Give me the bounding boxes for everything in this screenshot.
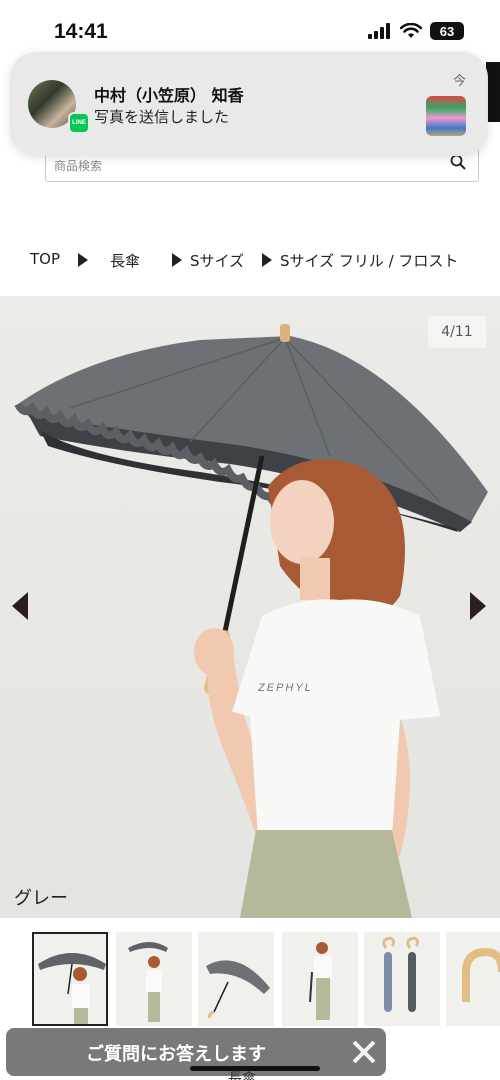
thumbnail-2[interactable] bbox=[116, 932, 192, 1026]
breadcrumb-arrow-icon bbox=[262, 253, 272, 267]
prev-arrow-icon[interactable] bbox=[12, 592, 28, 620]
notification-banner[interactable]: LINE 中村（小笠原） 知香 写真を送信しました 今 bbox=[10, 52, 488, 156]
status-icons: 63 bbox=[368, 22, 464, 40]
thumbnail-3[interactable] bbox=[198, 932, 274, 1026]
breadcrumb-arrow-icon bbox=[172, 253, 182, 267]
status-time: 14:41 bbox=[54, 20, 108, 43]
product-image bbox=[14, 324, 488, 918]
signal-icon bbox=[368, 23, 390, 39]
breadcrumb: TOP 長傘 Sサイズ Sサイズ フリル / フロスト bbox=[30, 250, 490, 274]
wifi-icon bbox=[400, 23, 422, 38]
search-icon[interactable] bbox=[450, 154, 466, 170]
notification-sender: 中村（小笠原） 知香 bbox=[94, 86, 244, 105]
home-indicator bbox=[190, 1066, 320, 1071]
thumbnail-strip bbox=[0, 930, 500, 1028]
image-counter: 4/11 bbox=[428, 316, 486, 348]
breadcrumb-top[interactable]: TOP bbox=[30, 250, 60, 268]
line-app-icon: LINE bbox=[68, 112, 90, 134]
thumbnail-5[interactable] bbox=[364, 932, 440, 1026]
close-icon[interactable] bbox=[350, 1038, 378, 1066]
shirt-text: ZEPHYL bbox=[258, 682, 313, 694]
search-placeholder: 商品検索 bbox=[54, 159, 103, 173]
status-bar: 14:41 63 bbox=[0, 0, 500, 52]
breadcrumb-long-umbrella[interactable]: 長傘 bbox=[110, 250, 140, 271]
photo-thumbnail bbox=[426, 96, 466, 136]
header-edge bbox=[486, 62, 500, 122]
thumbnail-1[interactable] bbox=[32, 932, 108, 1026]
color-label: グレー bbox=[14, 888, 68, 909]
notification-message: 写真を送信しました bbox=[94, 108, 230, 126]
product-page: 14:41 63 商品検索 LINE 中村（小笠原） 知香 写真を送信しました … bbox=[0, 0, 500, 1080]
thumbnail-6[interactable] bbox=[446, 932, 500, 1026]
chat-help-label: ご質問にお答えします bbox=[86, 1044, 266, 1065]
breadcrumb-s-size[interactable]: Sサイズ bbox=[190, 250, 244, 271]
breadcrumb-current: Sサイズ フリル / フロスト bbox=[280, 252, 459, 270]
next-arrow-icon[interactable] bbox=[470, 592, 486, 620]
product-image-gallery[interactable]: 4/11 ZEPHYL グレー bbox=[0, 296, 500, 918]
battery-icon: 63 bbox=[430, 22, 464, 40]
breadcrumb-arrow-icon bbox=[78, 253, 88, 267]
notification-time: 今 bbox=[452, 74, 466, 89]
thumbnail-4[interactable] bbox=[282, 932, 358, 1026]
